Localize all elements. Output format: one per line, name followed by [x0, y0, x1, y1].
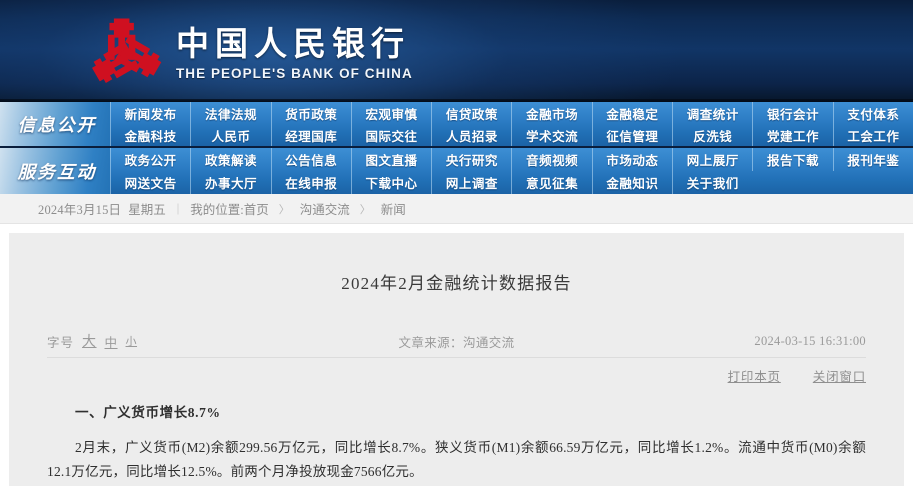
font-size-medium-button[interactable]: 中 [105, 332, 118, 351]
nav-item-financial-market[interactable]: 金融市场 [511, 102, 591, 124]
nav-item-service-hall[interactable]: 办事大厅 [190, 171, 270, 194]
nav-item-online-declaration[interactable]: 在线申报 [270, 171, 351, 194]
nav-item-laws[interactable]: 法律法规 [190, 102, 270, 124]
nav-item-web-documents[interactable]: 网送文告 [110, 171, 190, 194]
pbc-emblem-icon [88, 14, 162, 88]
font-size-large-button[interactable]: 大 [82, 331, 97, 351]
nav-item-monetary-policy[interactable]: 货币政策 [270, 102, 351, 124]
nav-item-market-dynamics[interactable]: 市场动态 [591, 148, 672, 171]
brand-text: 中国人民银行 THE PEOPLE'S BANK OF CHINA [176, 23, 413, 82]
brand-name-en: THE PEOPLE'S BANK OF CHINA [176, 66, 413, 82]
chevron-right-icon: 〉 [359, 203, 371, 216]
nav-item-audio-video[interactable]: 音频视频 [511, 148, 591, 171]
article-source: 文章来源：沟通交流 [398, 335, 515, 350]
article-meta-row: 字号 大 中 小 文章来源：沟通交流 2024-03-15 16:31:00 [47, 326, 866, 358]
nav-section-label-text: 信息公开 [17, 114, 97, 135]
font-size-label: 字号 [47, 335, 75, 350]
nav-item-report-download[interactable]: 报告下载 [752, 148, 832, 171]
nav-row: 政务公开 政策解读 公告信息 图文直播 央行研究 音频视频 市场动态 网上展厅 … [110, 148, 913, 171]
nav-item-periodicals[interactable]: 报刊年鉴 [832, 148, 913, 171]
nav-grid-information: 新闻发布 法律法规 货币政策 宏观审慎 信贷政策 金融市场 金融稳定 调查统计 … [110, 102, 913, 146]
nav-grid-service: 政务公开 政策解读 公告信息 图文直播 央行研究 音频视频 市场动态 网上展厅 … [110, 148, 913, 194]
site-masthead: 中国人民银行 THE PEOPLE'S BANK OF CHINA [0, 0, 913, 102]
font-size-small-button[interactable]: 小 [126, 333, 138, 349]
nav-item-bank-accounting[interactable]: 银行会计 [752, 102, 832, 124]
nav-item-policy-interpretation[interactable]: 政策解读 [190, 148, 270, 171]
nav-row: 新闻发布 法律法规 货币政策 宏观审慎 信贷政策 金融市场 金融稳定 调查统计 … [110, 102, 913, 124]
nav-item-government-affairs[interactable]: 政务公开 [110, 148, 190, 171]
page-title: 2024年2月金融统计数据报告 [341, 274, 572, 293]
nav-item-macroprudential[interactable]: 宏观审慎 [350, 102, 431, 124]
nav-block-information-disclosure: 信息公开 新闻发布 法律法规 货币政策 宏观审慎 信贷政策 金融市场 金融稳定 … [0, 102, 913, 148]
pbc-article-page: 中国人民银行 THE PEOPLE'S BANK OF CHINA 信息公开 新… [0, 0, 913, 500]
nav-item-rmb[interactable]: 人民币 [190, 124, 270, 146]
nav-item-live-broadcast[interactable]: 图文直播 [350, 148, 431, 171]
article-paragraph: 2月末，广义货币(M2)余额299.56万亿元，同比增长8.7%。狭义货币(M1… [47, 440, 866, 480]
article-actions: 打印本页 关闭窗口 [47, 358, 866, 394]
nav-item-online-exhibition[interactable]: 网上展厅 [672, 148, 752, 171]
font-size-control: 字号 大 中 小 [47, 331, 137, 351]
breadcrumb-date: 2024年3月15日 [38, 203, 122, 217]
breadcrumb-item-news[interactable]: 新闻 [381, 199, 406, 218]
nav-item-credit-reporting[interactable]: 征信管理 [591, 124, 672, 146]
nav-item-international[interactable]: 国际交往 [350, 124, 431, 146]
nav-item-placeholder [752, 171, 832, 194]
nav-item-financial-knowledge[interactable]: 金融知识 [591, 171, 672, 194]
nav-item-academic-exchange[interactable]: 学术交流 [511, 124, 591, 146]
nav-item-download-center[interactable]: 下载中心 [350, 171, 431, 194]
nav-item-news[interactable]: 新闻发布 [110, 102, 190, 124]
nav-item-credit-policy[interactable]: 信贷政策 [431, 102, 511, 124]
nav-block-service-interaction: 服务互动 政务公开 政策解读 公告信息 图文直播 央行研究 音频视频 市场动态 … [0, 148, 913, 194]
breadcrumb-item-communication[interactable]: 沟通交流 [300, 199, 350, 218]
nav-item-about-us[interactable]: 关于我们 [672, 171, 752, 194]
nav-item-treasury[interactable]: 经理国库 [270, 124, 351, 146]
close-window-link[interactable]: 关闭窗口 [813, 366, 866, 385]
nav-item-placeholder [833, 171, 913, 194]
nav-item-anti-money-laundering[interactable]: 反洗钱 [672, 124, 752, 146]
article-section-heading: 一、广义货币增长8.7% [75, 404, 221, 420]
breadcrumb-divider: | [176, 201, 180, 215]
main-navigation: 信息公开 新闻发布 法律法规 货币政策 宏观审慎 信贷政策 金融市场 金融稳定 … [0, 102, 913, 194]
article-panel: 2024年2月金融统计数据报告 字号 大 中 小 文章来源：沟通交流 2024-… [9, 233, 904, 486]
breadcrumb-weekday: 星期五 [128, 203, 166, 217]
content-spacer [0, 224, 913, 233]
nav-item-central-bank-research[interactable]: 央行研究 [431, 148, 511, 171]
article-body: 一、广义货币增长8.7% 2月末，广义货币(M2)余额299.56万亿元，同比增… [47, 402, 866, 485]
nav-item-announcements[interactable]: 公告信息 [270, 148, 351, 171]
breadcrumb-location-label[interactable]: 我的位置:首页 [190, 199, 268, 218]
nav-item-party-building[interactable]: 党建工作 [752, 124, 832, 146]
nav-item-union-work[interactable]: 工会工作 [832, 124, 913, 146]
nav-item-financial-stability[interactable]: 金融稳定 [591, 102, 672, 124]
nav-item-feedback[interactable]: 意见征集 [511, 171, 591, 194]
nav-row: 金融科技 人民币 经理国库 国际交往 人员招录 学术交流 征信管理 反洗钱 党建… [110, 124, 913, 146]
nav-section-label-service[interactable]: 服务互动 [0, 148, 110, 194]
chevron-right-icon: 〉 [278, 203, 290, 216]
article-datetime: 2024-03-15 16:31:00 [754, 333, 866, 348]
brand-lockup[interactable]: 中国人民银行 THE PEOPLE'S BANK OF CHINA [88, 14, 413, 88]
nav-section-label-information[interactable]: 信息公开 [0, 102, 110, 146]
nav-item-payment-system[interactable]: 支付体系 [832, 102, 913, 124]
nav-row: 网送文告 办事大厅 在线申报 下载中心 网上调查 意见征集 金融知识 关于我们 [110, 171, 913, 194]
print-page-link[interactable]: 打印本页 [728, 366, 781, 385]
nav-item-fintech[interactable]: 金融科技 [110, 124, 190, 146]
nav-item-online-survey[interactable]: 网上调查 [431, 171, 511, 194]
brand-name-cn: 中国人民银行 [176, 23, 410, 63]
breadcrumb: 2024年3月15日 星期五 | 我的位置:首页 〉 沟通交流 〉 新闻 [38, 199, 406, 218]
nav-section-label-text: 服务互动 [17, 161, 97, 182]
breadcrumb-bar: 2024年3月15日 星期五 | 我的位置:首页 〉 沟通交流 〉 新闻 [0, 194, 913, 224]
content-wrapper: 2024年2月金融统计数据报告 字号 大 中 小 文章来源：沟通交流 2024-… [0, 233, 913, 486]
nav-item-survey-statistics[interactable]: 调查统计 [672, 102, 752, 124]
nav-item-recruitment[interactable]: 人员招录 [431, 124, 511, 146]
